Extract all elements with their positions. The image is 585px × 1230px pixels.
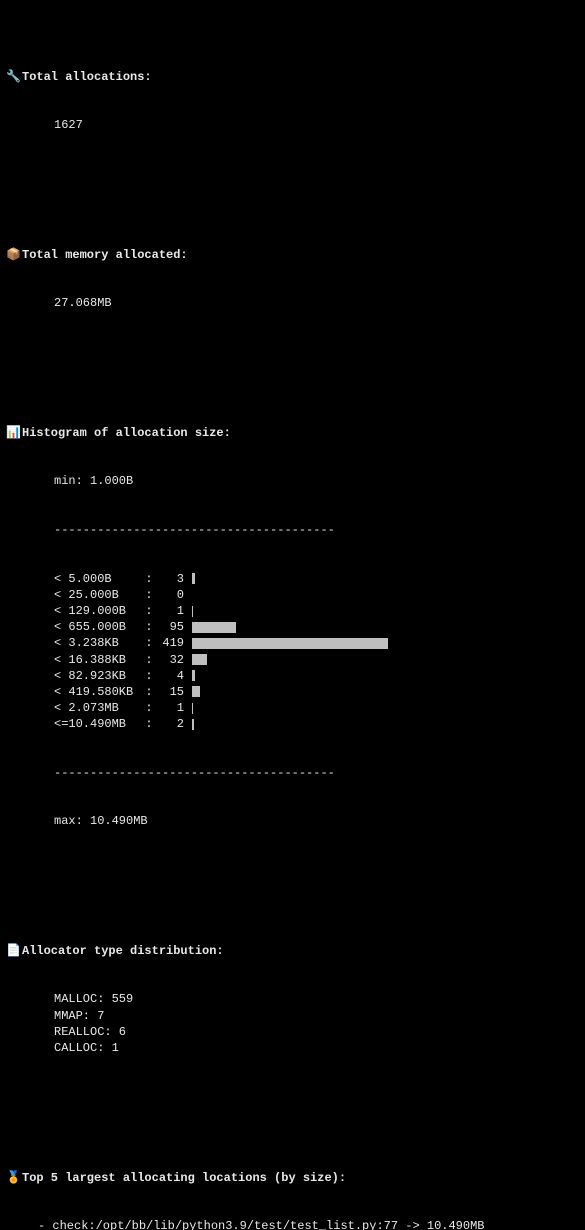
histogram-row: < 655.000B:95 <box>54 619 579 635</box>
histogram-bucket-count: 0 <box>154 587 188 603</box>
histogram-separator-colon: : <box>144 716 154 732</box>
total-allocations-value: 1627 <box>6 117 579 133</box>
histogram-row: < 82.923KB:4 <box>54 668 579 684</box>
section-total-memory: 📦 Total memory allocated: <box>6 247 579 263</box>
histogram-separator-colon: : <box>144 619 154 635</box>
histogram-separator-colon: : <box>144 668 154 684</box>
allocator-row: REALLOC: 6 <box>54 1024 579 1040</box>
histogram-bucket-label: < 419.580KB <box>54 684 144 700</box>
histogram-separator-colon: : <box>144 652 154 668</box>
histogram-bucket-label: < 655.000B <box>54 619 144 635</box>
histogram-bucket-count: 15 <box>154 684 188 700</box>
total-memory-value: 27.068MB <box>6 295 579 311</box>
histogram-separator-colon: : <box>144 684 154 700</box>
histogram-bucket-count: 1 <box>154 603 188 619</box>
page-icon: 📄 <box>6 943 22 959</box>
histogram-bucket-count: 1 <box>154 700 188 716</box>
histogram-bar <box>192 573 195 584</box>
histogram-bucket-count: 4 <box>154 668 188 684</box>
histogram-bar <box>192 622 236 633</box>
section-title: Total memory allocated: <box>22 247 188 263</box>
histogram-bucket-label: < 16.388KB <box>54 652 144 668</box>
terminal-output: 🔧 Total allocations: 1627 📦 Total memory… <box>0 0 585 1230</box>
section-title: Top 5 largest allocating locations (by s… <box>22 1170 346 1186</box>
histogram-separator: --------------------------------------- <box>6 765 579 781</box>
histogram-bucket-label: < 5.000B <box>54 571 144 587</box>
histogram-bar <box>192 703 193 714</box>
histogram-bucket-count: 2 <box>154 716 188 732</box>
histogram-bucket-count: 32 <box>154 652 188 668</box>
allocator-row: MMAP: 7 <box>54 1008 579 1024</box>
histogram-row: < 16.388KB:32 <box>54 652 579 668</box>
histogram-separator-colon: : <box>144 571 154 587</box>
allocator-row: MALLOC: 559 <box>54 991 579 1007</box>
box-icon: 📦 <box>6 247 22 263</box>
histogram-bucket-count: 3 <box>154 571 188 587</box>
histogram-bucket-count: 95 <box>154 619 188 635</box>
section-top-size: 🏅 Top 5 largest allocating locations (by… <box>6 1170 579 1186</box>
histogram-bar <box>192 719 194 730</box>
histogram-bucket-label: < 25.000B <box>54 587 144 603</box>
section-title: Allocator type distribution: <box>22 943 224 959</box>
medal-icon: 🏅 <box>6 1170 22 1186</box>
histogram-bar <box>192 638 388 649</box>
histogram-rows: < 5.000B:3< 25.000B:0< 129.000B:1< 655.0… <box>6 571 579 733</box>
section-allocator-dist: 📄 Allocator type distribution: <box>6 943 579 959</box>
allocator-rows: MALLOC: 559MMAP: 7REALLOC: 6CALLOC: 1 <box>6 991 579 1056</box>
histogram-row: < 129.000B:1 <box>54 603 579 619</box>
histogram-row: < 3.238KB:419 <box>54 635 579 651</box>
histogram-bucket-label: <=10.490MB <box>54 716 144 732</box>
histogram-bucket-label: < 82.923KB <box>54 668 144 684</box>
wrench-icon: 🔧 <box>6 69 22 85</box>
histogram-separator-colon: : <box>144 587 154 603</box>
histogram-row: < 5.000B:3 <box>54 571 579 587</box>
bar-chart-icon: 📊 <box>6 425 22 441</box>
histogram-bar <box>192 670 195 681</box>
histogram-bucket-count: 419 <box>154 635 188 651</box>
histogram-min: min: 1.000B <box>6 473 579 489</box>
histogram-row: <=10.490MB:2 <box>54 716 579 732</box>
top-location-row: - check:/opt/bb/lib/python3.9/test/test_… <box>38 1218 579 1230</box>
histogram-row: < 25.000B:0 <box>54 587 579 603</box>
histogram-separator-colon: : <box>144 700 154 716</box>
allocator-row: CALLOC: 1 <box>54 1040 579 1056</box>
histogram-separator: --------------------------------------- <box>6 522 579 538</box>
histogram-max: max: 10.490MB <box>6 813 579 829</box>
section-title: Histogram of allocation size: <box>22 425 231 441</box>
top-size-rows: - check:/opt/bb/lib/python3.9/test/test_… <box>6 1218 579 1230</box>
section-histogram: 📊 Histogram of allocation size: <box>6 425 579 441</box>
section-title: Total allocations: <box>22 69 152 85</box>
histogram-bar <box>192 686 200 697</box>
histogram-bucket-label: < 129.000B <box>54 603 144 619</box>
histogram-row: < 2.073MB:1 <box>54 700 579 716</box>
histogram-bucket-label: < 2.073MB <box>54 700 144 716</box>
histogram-row: < 419.580KB:15 <box>54 684 579 700</box>
histogram-bar <box>192 654 207 665</box>
histogram-bucket-label: < 3.238KB <box>54 635 144 651</box>
histogram-separator-colon: : <box>144 635 154 651</box>
histogram-separator-colon: : <box>144 603 154 619</box>
section-total-allocations: 🔧 Total allocations: <box>6 69 579 85</box>
